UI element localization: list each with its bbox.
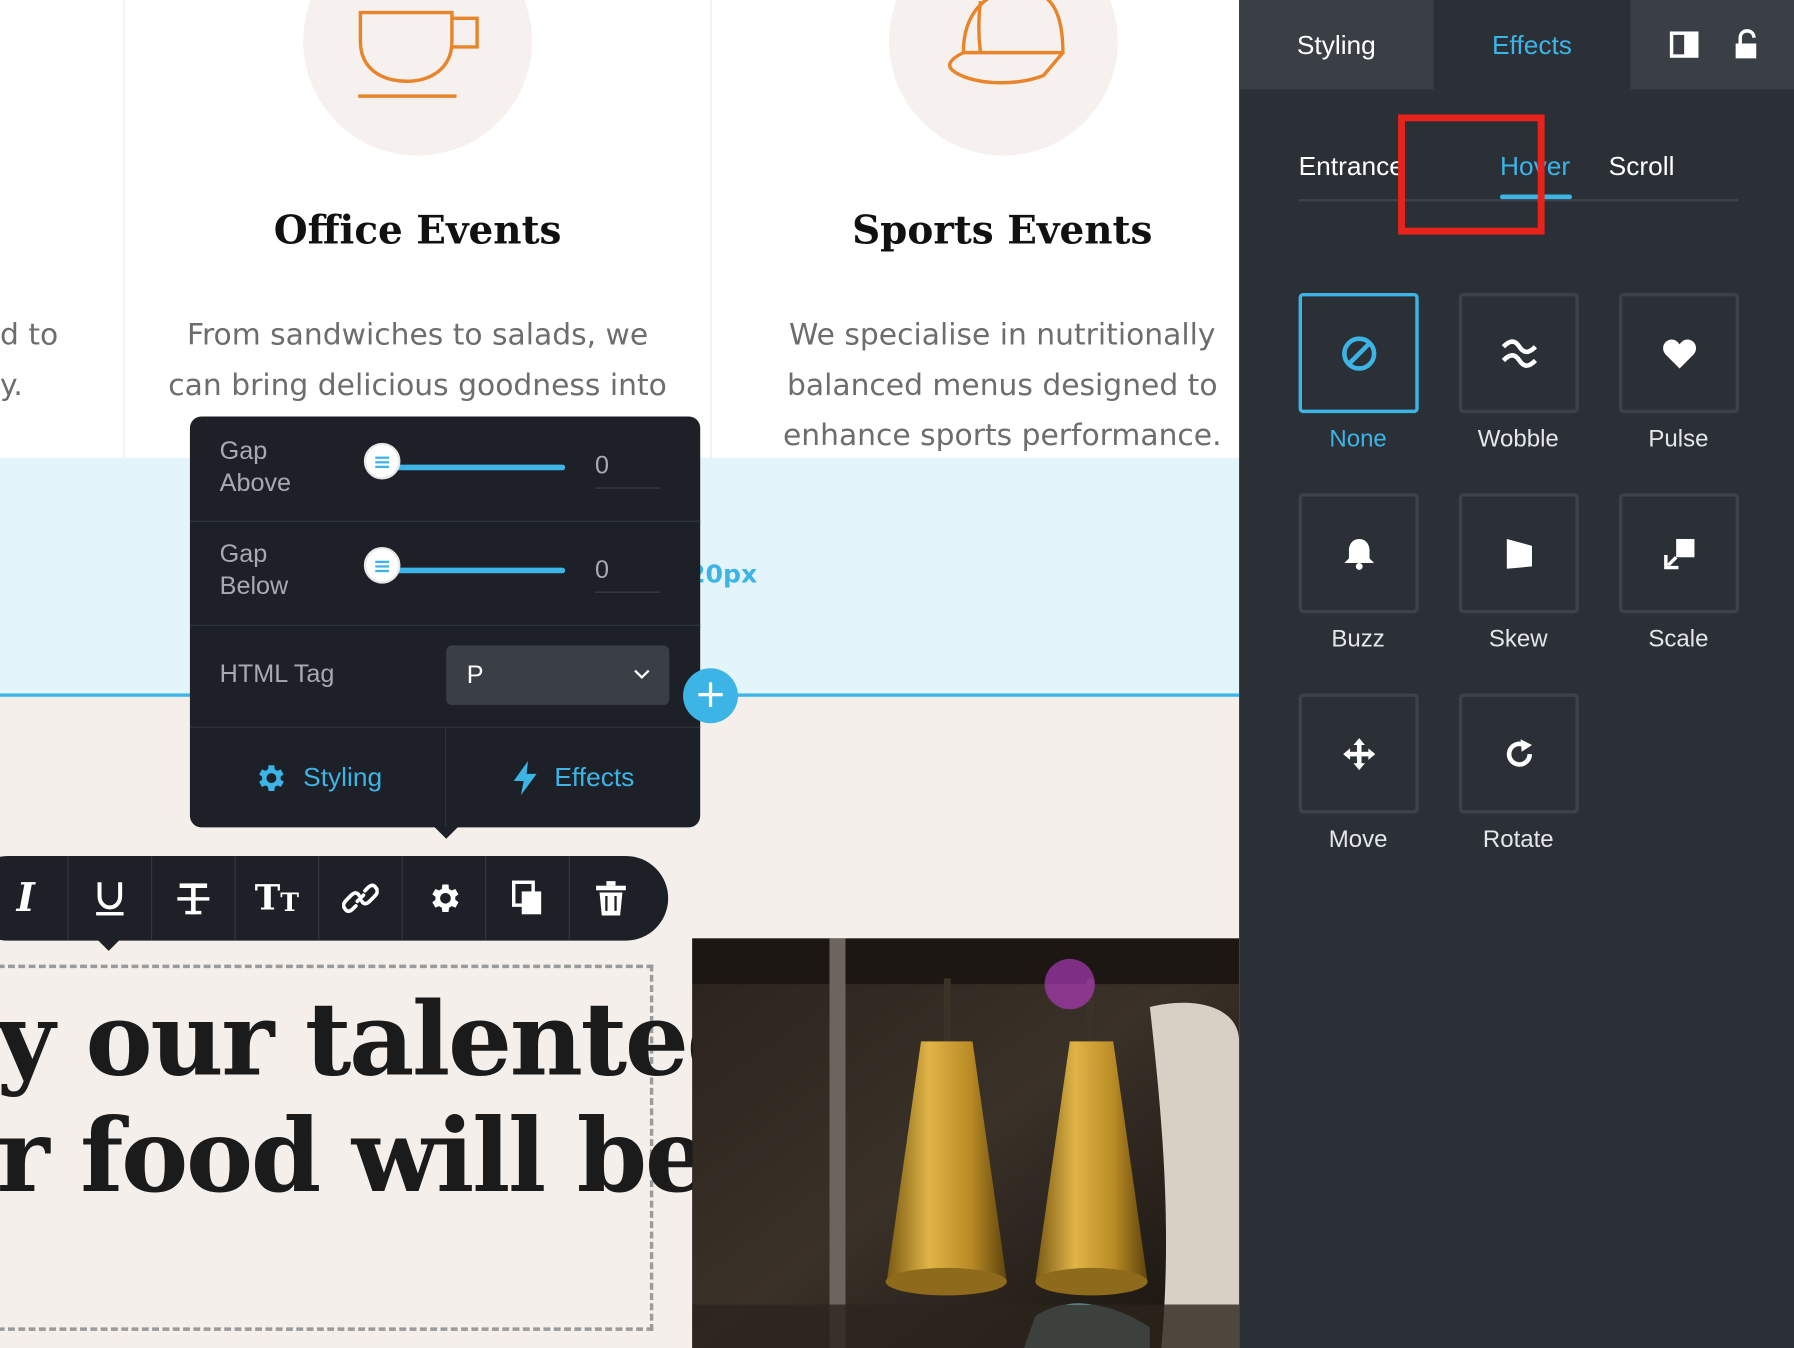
- gear-icon[interactable]: [401, 855, 486, 941]
- flag-icon: [1506, 538, 1532, 569]
- effect-skew-label: Skew: [1488, 625, 1548, 653]
- event-title: Office Events: [273, 208, 562, 255]
- link-icon[interactable]: [318, 855, 402, 941]
- text-format-toolbar: I TT: [0, 855, 669, 951]
- effect-wobble-label: Wobble: [1477, 425, 1559, 453]
- gap-below-input[interactable]: 0: [594, 555, 661, 593]
- html-tag-select[interactable]: P: [446, 645, 670, 705]
- text-size-icon[interactable]: TT: [234, 855, 319, 941]
- tab-effects-label: Effects: [1491, 29, 1572, 59]
- effect-none-label: None: [1329, 425, 1387, 453]
- move-icon: [1342, 737, 1375, 770]
- gap-above-slider[interactable]: [380, 464, 566, 471]
- effects-tab[interactable]: Effects: [445, 728, 700, 828]
- effect-pulse-button[interactable]: [1618, 292, 1740, 414]
- effect-rotate-button[interactable]: [1458, 693, 1579, 814]
- wobble-icon: [1501, 338, 1537, 368]
- headline-line: y our talented: [0, 979, 757, 1099]
- headline-text-block[interactable]: y our talented r food will be: [0, 964, 757, 1331]
- html-tag-value: P: [466, 660, 484, 689]
- effect-scale-label: Scale: [1648, 625, 1709, 653]
- column-divider: [710, 0, 712, 458]
- add-section-button[interactable]: +: [683, 668, 738, 724]
- chef-photo: [692, 938, 1240, 1348]
- column-divider: [123, 0, 125, 458]
- strikethrough-icon[interactable]: [151, 855, 235, 941]
- cut-off-description: d to y.: [0, 310, 58, 411]
- bell-icon: [1343, 538, 1374, 570]
- tab-effects[interactable]: Effects: [1433, 0, 1631, 90]
- tab-entrance[interactable]: Entrance: [1299, 151, 1404, 182]
- tab-styling-label: Styling: [1296, 29, 1376, 59]
- styling-tab-label: Styling: [303, 762, 383, 792]
- tab-scroll[interactable]: Scroll: [1609, 151, 1675, 182]
- spacing-popup: Gap Above 0 Gap Below 0 HTML Tag P Styli…: [189, 416, 701, 839]
- panel-header: Styling Effects: [1239, 0, 1794, 90]
- divider: [189, 520, 701, 522]
- html-tag-label: HTML Tag: [219, 659, 335, 688]
- headline-line: r food will be: [0, 1096, 709, 1216]
- coffee-cup-icon: [303, 0, 533, 156]
- duplicate-icon[interactable]: [485, 855, 569, 941]
- event-description: We specialise in nutritionally balanced …: [782, 318, 1222, 454]
- effect-move-label: Move: [1328, 826, 1388, 853]
- gap-below-label: Gap Below: [219, 538, 289, 600]
- highlight-annotation-box: [1398, 114, 1545, 235]
- rotate-icon: [1506, 738, 1532, 767]
- gap-below-handle[interactable]: [363, 546, 401, 584]
- effect-buzz-label: Buzz: [1331, 625, 1385, 653]
- divider: [189, 624, 701, 626]
- cut-text-line: d to: [0, 318, 59, 353]
- cut-text-line: y.: [0, 368, 23, 403]
- gap-above-label: Gap Above: [219, 435, 292, 497]
- none-icon: [1341, 335, 1376, 371]
- effect-scale-button[interactable]: [1618, 493, 1740, 614]
- styling-tab[interactable]: Styling: [190, 728, 445, 828]
- tab-styling[interactable]: Styling: [1239, 0, 1434, 89]
- cap-icon: [888, 0, 1118, 156]
- heart-icon: [1662, 338, 1696, 368]
- gap-above-handle[interactable]: [363, 442, 401, 480]
- effects-panel: Styling Effects Entrance Hover Scroll No…: [1239, 0, 1794, 1348]
- effect-move-button[interactable]: [1298, 693, 1419, 814]
- lightning-icon: [513, 760, 537, 795]
- gap-below-slider[interactable]: [380, 567, 566, 574]
- unlock-icon[interactable]: [1729, 27, 1763, 61]
- gear-icon: [259, 764, 284, 791]
- event-title: Sports Events: [852, 208, 1153, 255]
- effects-tab-label: Effects: [554, 762, 635, 792]
- page-canvas: d to y. Office Events From sandwiches to…: [0, 0, 1240, 1348]
- effect-none-button[interactable]: [1298, 292, 1419, 414]
- effect-wobble-button[interactable]: [1458, 292, 1579, 414]
- chevron-down-icon: [634, 669, 650, 680]
- scale-icon: [1663, 538, 1694, 569]
- gap-above-input[interactable]: 0: [594, 451, 661, 489]
- effect-buzz-button[interactable]: [1298, 493, 1419, 614]
- effect-rotate-label: Rotate: [1482, 826, 1554, 853]
- dock-panel-icon[interactable]: [1667, 27, 1701, 61]
- underline-icon[interactable]: [67, 855, 152, 941]
- effect-skew-button[interactable]: [1458, 493, 1579, 614]
- trash-icon[interactable]: [568, 855, 653, 941]
- italic-icon[interactable]: I: [0, 856, 68, 941]
- effect-pulse-label: Pulse: [1648, 425, 1709, 453]
